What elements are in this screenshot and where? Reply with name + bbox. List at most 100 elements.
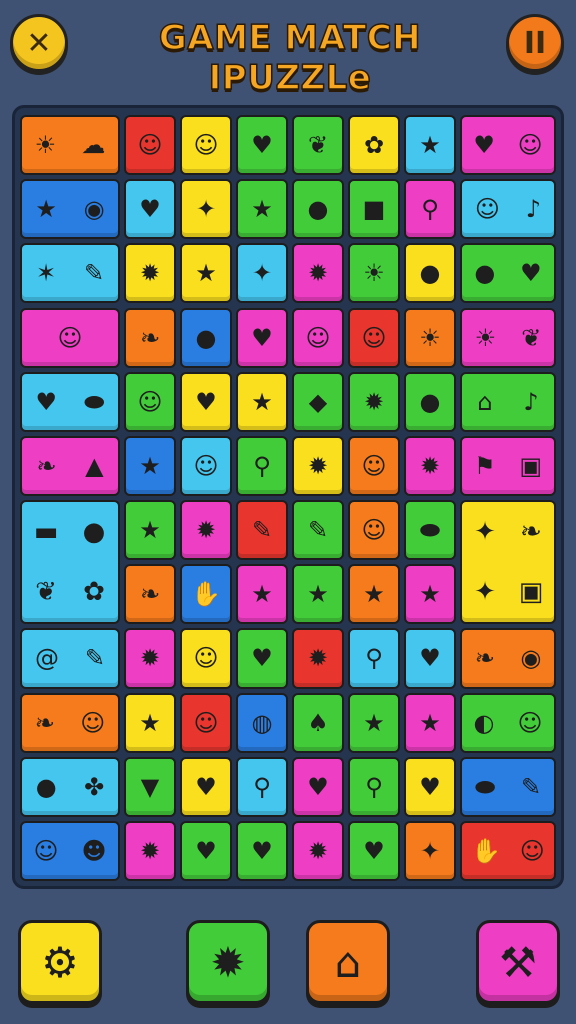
- board-tile[interactable]: ✹: [124, 820, 176, 882]
- board-tile[interactable]: ☺: [180, 115, 232, 176]
- board-tile[interactable]: ⚲: [236, 435, 288, 496]
- board-tile[interactable]: ✋ ☺: [460, 820, 556, 882]
- board-tile[interactable]: ☺: [180, 628, 232, 689]
- board-tile[interactable]: ✹: [292, 628, 344, 689]
- board-tile[interactable]: ✹: [292, 243, 344, 304]
- board-tile[interactable]: ★: [124, 500, 176, 561]
- board-tile[interactable]: ♥: [180, 820, 232, 882]
- board-tile[interactable]: ✎: [292, 500, 344, 561]
- board-tile[interactable]: ♥: [236, 628, 288, 689]
- board-tile[interactable]: ◆: [292, 371, 344, 432]
- board-tile[interactable]: ✎: [236, 500, 288, 561]
- board-tile[interactable]: ♥: [180, 371, 232, 432]
- board-tile[interactable]: ☺ ☻: [20, 820, 120, 882]
- board-tile[interactable]: ●: [404, 371, 456, 432]
- board-tile[interactable]: ☺: [292, 307, 344, 368]
- board-tile[interactable]: ●: [180, 307, 232, 368]
- board-tile[interactable]: ★: [404, 564, 456, 625]
- board-tile[interactable]: ★: [404, 692, 456, 753]
- board-tile[interactable]: ☺: [348, 435, 400, 496]
- board-tile[interactable]: ★: [348, 564, 400, 625]
- board-tile[interactable]: ♠: [292, 692, 344, 753]
- board-tile[interactable]: ♥: [404, 756, 456, 817]
- board-tile[interactable]: ♥: [236, 307, 288, 368]
- board-tile[interactable]: ♥: [348, 820, 400, 882]
- board-tile[interactable]: ⬬ ✎: [460, 756, 556, 817]
- board-tile[interactable]: ♥ ☺: [460, 115, 556, 176]
- board-tile[interactable]: ★: [348, 692, 400, 753]
- board-tile[interactable]: ☀ ☁: [20, 115, 120, 176]
- board-tile[interactable]: ★: [236, 179, 288, 240]
- pause-button[interactable]: II: [506, 14, 564, 72]
- board-tile[interactable]: ❧ ▲: [20, 435, 120, 496]
- board-tile[interactable]: ◍: [236, 692, 288, 753]
- board-tile[interactable]: ☺: [124, 115, 176, 176]
- board-tile[interactable]: ❦: [292, 115, 344, 176]
- board-tile[interactable]: ✋: [180, 564, 232, 625]
- board-tile[interactable]: @ ✎: [20, 628, 120, 689]
- board-tile[interactable]: ★: [292, 564, 344, 625]
- board-tile[interactable]: ⚑ ▣: [460, 435, 556, 496]
- board-tile[interactable]: ✹: [124, 243, 176, 304]
- board-tile[interactable]: ★: [180, 243, 232, 304]
- board-tile[interactable]: ◐ ☺: [460, 692, 556, 753]
- board-tile[interactable]: ⬬: [404, 500, 456, 561]
- board-tile[interactable]: ♥: [292, 756, 344, 817]
- sun-button[interactable]: ✹: [186, 920, 270, 1004]
- board-tile[interactable]: ❧: [124, 307, 176, 368]
- board-tile[interactable]: ✶ ✎: [20, 243, 120, 304]
- board-tile[interactable]: ● ♥: [460, 243, 556, 304]
- board-tile[interactable]: ♥: [124, 179, 176, 240]
- board-tile[interactable]: ★: [124, 692, 176, 753]
- board-tile[interactable]: ⚲: [348, 628, 400, 689]
- board-tile[interactable]: ☺: [124, 371, 176, 432]
- board-tile[interactable]: ♥: [236, 115, 288, 176]
- board-tile[interactable]: ★ ◉: [20, 179, 120, 240]
- board-tile[interactable]: ★: [236, 371, 288, 432]
- board-tile[interactable]: ☀ ❦: [460, 307, 556, 368]
- board-tile[interactable]: ★: [124, 435, 176, 496]
- board-tile[interactable]: ♥: [236, 820, 288, 882]
- board-tile[interactable]: ⚲: [404, 179, 456, 240]
- board-tile[interactable]: ✹: [180, 500, 232, 561]
- board-tile[interactable]: ♥: [404, 628, 456, 689]
- board-tile[interactable]: ✹: [348, 371, 400, 432]
- board-tile[interactable]: ✦: [404, 820, 456, 882]
- board-tile[interactable]: ⌂ ♪: [460, 371, 556, 432]
- hammer-button[interactable]: ⚒: [476, 920, 560, 1004]
- board-tile[interactable]: ✦ ❧ ✦ ▣: [460, 500, 556, 625]
- board-tile[interactable]: ☀: [404, 307, 456, 368]
- board-tile[interactable]: ☺: [348, 500, 400, 561]
- board-tile[interactable]: ⚲: [236, 756, 288, 817]
- board-tile[interactable]: ✹: [124, 628, 176, 689]
- board-tile[interactable]: ✿: [348, 115, 400, 176]
- board-tile[interactable]: ⚲: [348, 756, 400, 817]
- board-tile[interactable]: ☺: [20, 307, 120, 368]
- board-tile[interactable]: ☺: [180, 692, 232, 753]
- board-tile[interactable]: ●: [404, 243, 456, 304]
- board-tile[interactable]: ☺ ♪: [460, 179, 556, 240]
- board-tile[interactable]: ✹: [292, 435, 344, 496]
- board-tile[interactable]: ☀: [348, 243, 400, 304]
- settings-button[interactable]: ⚙: [18, 920, 102, 1004]
- board-tile[interactable]: ●: [292, 179, 344, 240]
- board-tile[interactable]: ▬ ● ❦ ✿: [20, 500, 120, 625]
- board-tile[interactable]: ● ✤: [20, 756, 120, 817]
- board-tile[interactable]: ✹: [404, 435, 456, 496]
- board-tile[interactable]: ❧: [124, 564, 176, 625]
- board-tile[interactable]: ■: [348, 179, 400, 240]
- board-tile[interactable]: ♥ ⬬: [20, 371, 120, 432]
- board-tile[interactable]: ♥: [180, 756, 232, 817]
- board-tile[interactable]: ❧ ☺: [20, 692, 120, 753]
- board-tile[interactable]: ★: [236, 564, 288, 625]
- board-tile[interactable]: ▼: [124, 756, 176, 817]
- board-tile[interactable]: ✦: [180, 179, 232, 240]
- board-tile[interactable]: ★: [404, 115, 456, 176]
- board-tile[interactable]: ✦: [236, 243, 288, 304]
- home-button[interactable]: ⌂: [306, 920, 390, 1004]
- board-tile[interactable]: ✹: [292, 820, 344, 882]
- board-tile[interactable]: ☺: [180, 435, 232, 496]
- board-tile[interactable]: ❧ ◉: [460, 628, 556, 689]
- board-tile[interactable]: ☺: [348, 307, 400, 368]
- close-button[interactable]: ✕: [10, 14, 68, 72]
